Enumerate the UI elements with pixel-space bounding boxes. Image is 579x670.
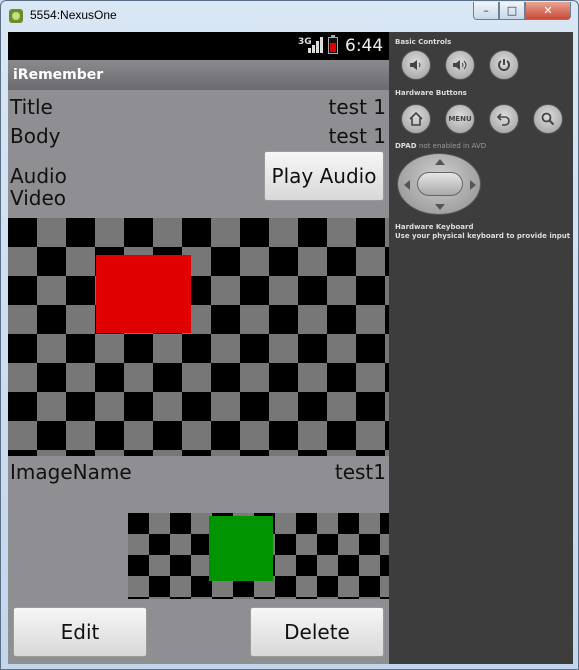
- image-preview: [8, 218, 389, 456]
- volume-up-icon[interactable]: [445, 50, 475, 80]
- audio-label: Audio: [10, 164, 67, 188]
- dpad-left-icon[interactable]: [404, 180, 410, 190]
- title-label: Title: [10, 95, 53, 119]
- edit-button[interactable]: Edit: [13, 607, 147, 657]
- phone-screen: 3G 6:44 iRemember Title test 1 Body test…: [8, 32, 389, 664]
- menu-button[interactable]: MENU: [445, 104, 475, 134]
- power-icon[interactable]: [489, 50, 519, 80]
- dpad-heading-text: DPAD: [395, 142, 417, 150]
- keyboard-heading: Hardware Keyboard: [395, 223, 474, 231]
- body-value: test 1: [328, 124, 387, 148]
- delete-button[interactable]: Delete: [250, 607, 384, 657]
- dpad-heading: DPAD not enabled in AVD: [395, 142, 486, 150]
- emulator-window: 5554:NexusOne – □ ✕ 3G 6:44 iRemember Ti…: [0, 0, 579, 670]
- battery-icon: [328, 35, 338, 54]
- dpad-right-icon[interactable]: [470, 180, 476, 190]
- hardware-buttons-heading: Hardware Buttons: [395, 89, 467, 97]
- signal-icon: [308, 37, 323, 53]
- emulator-controls-panel: Basic Controls Hardware Buttons MENU DPA…: [389, 32, 573, 664]
- video-label: Video: [10, 186, 67, 210]
- dpad-center-button[interactable]: [417, 172, 463, 196]
- title-value: test 1: [328, 95, 387, 119]
- maximize-button[interactable]: □: [499, 2, 525, 20]
- dpad-down-icon[interactable]: [435, 204, 445, 210]
- body-label: Body: [10, 124, 61, 148]
- dpad-control[interactable]: [397, 153, 481, 215]
- dpad-up-icon[interactable]: [435, 159, 445, 165]
- status-clock: 6:44: [345, 36, 384, 56]
- window-titlebar[interactable]: 5554:NexusOne – □ ✕: [1, 1, 578, 31]
- red-square-shape: [96, 255, 191, 333]
- status-bar: 3G 6:44: [8, 32, 389, 60]
- dpad-note: not enabled in AVD: [418, 142, 487, 150]
- image-name-value: test1: [334, 460, 386, 484]
- app-title-bar: iRemember: [8, 60, 389, 90]
- back-icon[interactable]: [489, 104, 519, 134]
- volume-down-icon[interactable]: [401, 50, 431, 80]
- home-icon[interactable]: [401, 104, 431, 134]
- image-name-label: ImageName: [10, 460, 132, 484]
- video-thumbnail[interactable]: [128, 513, 389, 599]
- green-square-shape: [209, 516, 273, 581]
- keyboard-note: Use your physical keyboard to provide in…: [395, 232, 571, 240]
- search-icon[interactable]: [533, 104, 563, 134]
- basic-controls-heading: Basic Controls: [395, 38, 452, 46]
- close-button[interactable]: ✕: [525, 2, 571, 20]
- play-audio-button[interactable]: Play Audio: [264, 151, 384, 201]
- minimize-button[interactable]: –: [473, 2, 499, 20]
- window-title: 5554:NexusOne: [30, 8, 117, 22]
- android-app-icon: [9, 9, 23, 23]
- app-name: iRemember: [13, 67, 104, 83]
